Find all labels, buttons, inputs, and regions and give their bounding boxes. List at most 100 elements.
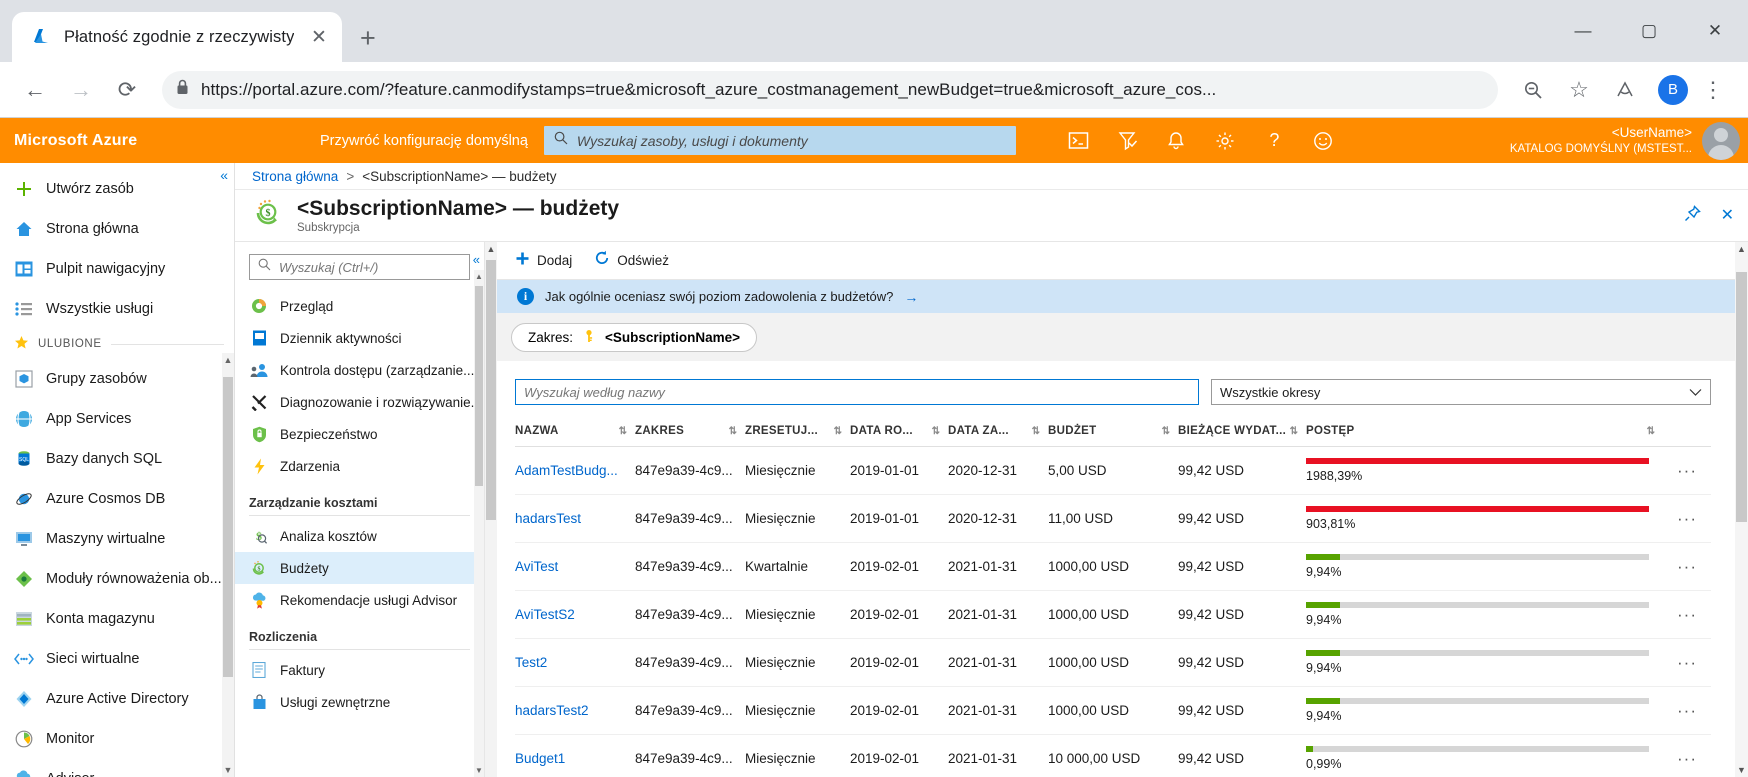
azure-user-menu[interactable]: <UserName> KATALOG DOMYŚLNY (MSTEST... xyxy=(1510,121,1748,160)
sort-icon[interactable]: ⇅ xyxy=(932,426,941,437)
sidebar-item-virtual-machines[interactable]: Maszyny wirtualne xyxy=(0,519,234,559)
row-context-menu-icon[interactable]: ··· xyxy=(1663,638,1711,687)
feedback-info-bar[interactable]: i Jak ogólnie oceniasz swój poziom zadow… xyxy=(497,280,1735,313)
budget-name-link[interactable]: AviTest xyxy=(515,559,558,574)
restore-default-link[interactable]: Przywróć konfigurację domyślną xyxy=(320,133,528,149)
zoom-icon[interactable] xyxy=(1512,69,1554,111)
sidebar-item-load-balancers[interactable]: Moduły równoważenia ob... xyxy=(0,559,234,599)
profile-avatar[interactable]: B xyxy=(1658,74,1688,105)
window-maximize-button[interactable]: ▢ xyxy=(1616,0,1682,62)
column-header-data-rozpoczecia[interactable]: DATA RO... ⇅ xyxy=(850,421,948,447)
cell-name[interactable]: hadarsTest xyxy=(515,494,635,543)
sidebar-item-all-services[interactable]: Wszystkie usługi xyxy=(0,289,234,329)
column-header-budzet[interactable]: BUDŻET ⇅ xyxy=(1048,421,1178,447)
table-row[interactable]: hadarsTest2 847e9a39-4c9... Miesięcznie 201… xyxy=(515,686,1711,735)
close-icon[interactable]: ✕ xyxy=(1721,205,1734,227)
column-header-data-zakonczenia[interactable]: DATA ZA... ⇅ xyxy=(948,421,1048,447)
budget-name-link[interactable]: Test2 xyxy=(515,655,547,670)
sidebar-item-home[interactable]: Strona główna xyxy=(0,209,234,249)
cell-name[interactable]: hadarsTest2 xyxy=(515,686,635,735)
sidebar-item-storage-accounts[interactable]: Konta magazynu xyxy=(0,599,234,639)
cell-name[interactable]: Test2 xyxy=(515,638,635,687)
budget-name-link[interactable]: AdamTestBudg... xyxy=(515,463,618,478)
row-context-menu-icon[interactable]: ··· xyxy=(1663,686,1711,735)
browser-tab[interactable]: Płatność zgodnie z rzeczywistym ✕ xyxy=(12,12,342,62)
cell-name[interactable]: AviTest xyxy=(515,542,635,591)
reload-button[interactable]: ⟳ xyxy=(106,69,148,111)
azure-brand[interactable]: Microsoft Azure xyxy=(0,132,320,150)
sidebar-item-monitor[interactable]: Monitor xyxy=(0,719,234,759)
azure-global-search[interactable] xyxy=(543,126,1016,155)
sidebar-collapse-icon[interactable]: « xyxy=(220,167,228,183)
sidebar-item-dashboard[interactable]: Pulpit nawigacyjny xyxy=(0,249,234,289)
scroll-thumb[interactable] xyxy=(1736,272,1747,522)
resource-menu-item-troubleshoot[interactable]: Diagnozowanie i rozwiązywanie... xyxy=(235,386,484,418)
table-row[interactable]: hadarsTest 847e9a39-4c9... Miesięcznie 2019… xyxy=(515,494,1711,543)
table-row[interactable]: AdamTestBudg... 847e9a39-4c9... Miesięczni… xyxy=(515,446,1711,495)
resource-menu-search[interactable] xyxy=(249,254,470,280)
column-header-postep[interactable]: POSTĘP ⇅ xyxy=(1306,421,1663,447)
browser-menu-icon[interactable]: ⋮ xyxy=(1692,69,1734,111)
scroll-up-arrow[interactable]: ▲ xyxy=(485,244,497,254)
sidebar-scrollbar[interactable]: ▲ ▼ xyxy=(222,353,234,777)
table-row[interactable]: AviTest 847e9a39-4c9... Kwartalnie 2019-02-… xyxy=(515,542,1711,591)
breadcrumb-home-link[interactable]: Strona główna xyxy=(252,169,338,184)
sort-icon[interactable]: ⇅ xyxy=(1647,426,1656,437)
column-header-biezace-wydatki[interactable]: BIEŻĄCE WYDAT... ⇅ xyxy=(1178,421,1306,447)
scroll-up-arrow[interactable]: ▲ xyxy=(222,355,234,365)
column-header-nazwa[interactable]: NAZWA ⇅ xyxy=(515,421,635,447)
scroll-up-arrow[interactable]: ▲ xyxy=(474,272,484,281)
resource-menu-scrollbar[interactable]: ▲ ▼ xyxy=(474,270,484,777)
budget-name-link[interactable]: hadarsTest xyxy=(515,511,581,526)
budget-name-link[interactable]: Budget1 xyxy=(515,751,565,766)
back-button[interactable]: ← xyxy=(14,69,56,111)
sidebar-item-virtual-networks[interactable]: Sieci wirtualne xyxy=(0,639,234,679)
new-tab-button[interactable]: + xyxy=(360,25,376,52)
scope-pill[interactable]: Zakres: <SubscriptionName> xyxy=(511,322,758,352)
scroll-down-arrow[interactable]: ▼ xyxy=(222,765,234,775)
content-left-scrollbar[interactable]: ▲ xyxy=(485,242,497,777)
resource-menu-item-invoices[interactable]: Faktury xyxy=(235,654,484,686)
arrow-right-icon[interactable]: → xyxy=(904,289,918,305)
cell-name[interactable]: Budget1 xyxy=(515,734,635,777)
budget-name-link[interactable]: AviTestS2 xyxy=(515,607,575,622)
refresh-button[interactable]: Odśwież xyxy=(594,250,669,271)
help-question-icon[interactable]: ? xyxy=(1250,118,1299,163)
budget-name-link[interactable]: hadarsTest2 xyxy=(515,703,589,718)
cloud-shell-icon[interactable] xyxy=(1054,118,1103,163)
scroll-thumb[interactable] xyxy=(486,260,496,520)
sidebar-item-resource-groups[interactable]: Grupy zasobów xyxy=(0,359,234,399)
sort-icon[interactable]: ⇅ xyxy=(834,426,843,437)
resource-menu-item-advisor-recommendations[interactable]: Rekomendacje usługi Advisor xyxy=(235,584,484,616)
budget-name-search[interactable] xyxy=(515,379,1199,405)
sort-icon[interactable]: ⇅ xyxy=(619,426,628,437)
cell-name[interactable]: AdamTestBudg... xyxy=(515,446,635,495)
sort-icon[interactable]: ⇅ xyxy=(729,426,738,437)
sidebar-item-cosmos-db[interactable]: Azure Cosmos DB xyxy=(0,479,234,519)
scroll-up-arrow[interactable]: ▲ xyxy=(1735,244,1748,254)
content-right-scrollbar[interactable]: ▲ ▼ xyxy=(1735,242,1748,777)
tab-close-icon[interactable]: ✕ xyxy=(306,28,332,47)
azure-search-input[interactable] xyxy=(576,132,1006,149)
sort-icon[interactable]: ⇅ xyxy=(1162,426,1171,437)
notifications-bell-icon[interactable] xyxy=(1152,118,1201,163)
column-header-zresetuj[interactable]: ZRESETUJ... ⇅ xyxy=(745,421,850,447)
resource-menu-item-external-services[interactable]: Usługi zewnętrzne xyxy=(235,686,484,718)
window-close-button[interactable]: ✕ xyxy=(1682,0,1748,62)
table-row[interactable]: AviTestS2 847e9a39-4c9... Miesięcznie 2019-… xyxy=(515,590,1711,639)
budget-search-input[interactable] xyxy=(524,384,1190,400)
row-context-menu-icon[interactable]: ··· xyxy=(1663,542,1711,591)
table-row[interactable]: Test2 847e9a39-4c9... Miesięcznie 2019-02-0… xyxy=(515,638,1711,687)
address-bar[interactable]: https://portal.azure.com/?feature.canmod… xyxy=(162,70,1498,109)
directory-filter-icon[interactable] xyxy=(1103,118,1152,163)
add-budget-button[interactable]: Dodaj xyxy=(515,251,572,271)
resource-menu-item-events[interactable]: Zdarzenia xyxy=(235,450,484,482)
resource-menu-collapse-icon[interactable]: « xyxy=(473,252,480,267)
extensions-icon[interactable] xyxy=(1604,69,1646,111)
period-filter-select[interactable]: Wszystkie okresy xyxy=(1211,379,1711,405)
sidebar-item-sql-databases[interactable]: SQL Bazy danych SQL xyxy=(0,439,234,479)
sidebar-item-app-services[interactable]: App Services xyxy=(0,399,234,439)
sidebar-item-create-resource[interactable]: Utwórz zasób xyxy=(0,169,234,209)
scroll-down-arrow[interactable]: ▼ xyxy=(474,766,484,775)
settings-gear-icon[interactable] xyxy=(1201,118,1250,163)
